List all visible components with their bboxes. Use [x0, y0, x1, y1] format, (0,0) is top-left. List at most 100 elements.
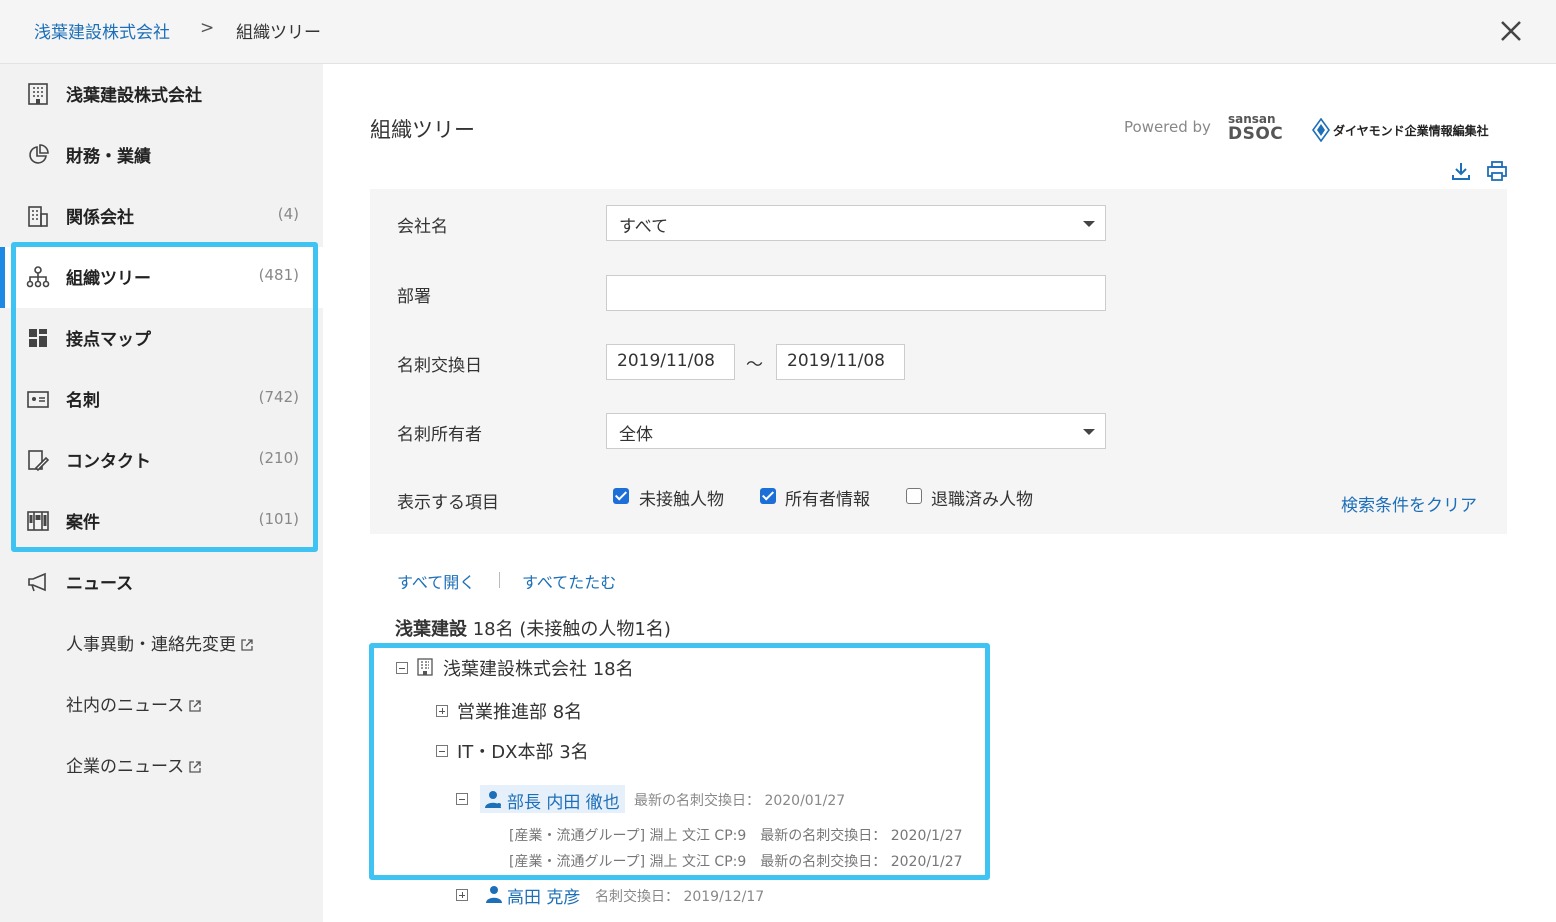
- grid-map-icon: [29, 329, 47, 347]
- sidebar-subitem-personnel-change[interactable]: 人事異動・連絡先変更: [66, 630, 254, 655]
- sidebar-item-related-companies[interactable]: 関係会社 (4): [0, 186, 323, 247]
- checkbox-retired-label[interactable]: 退職済み人物: [931, 485, 1033, 510]
- megaphone-icon: [28, 572, 46, 592]
- sidebar-item-label: コンタクト: [66, 452, 151, 472]
- expand-all-link[interactable]: すべて開く: [397, 569, 475, 593]
- kanban-icon: [27, 511, 49, 531]
- sidebar-item-finance[interactable]: 財務・業績: [0, 125, 323, 186]
- top-bar: 浅葉建設株式会社 > 組織ツリー: [0, 0, 1556, 64]
- sidebar-item-org-tree[interactable]: 組織ツリー (481): [0, 247, 323, 308]
- sidebar-item-count: (481): [258, 266, 299, 284]
- powered-by-text: Powered by: [1124, 118, 1211, 136]
- sidebar-item-label: 組織ツリー: [66, 269, 151, 289]
- tree-expand-toggle[interactable]: [456, 889, 468, 901]
- person-name: 部長 内田 徹也: [507, 793, 620, 813]
- sidebar-item-business-cards[interactable]: 名刺 (742): [0, 369, 323, 430]
- sidebar-item-contacts[interactable]: コンタクト (210): [0, 430, 323, 491]
- sidebar-item-label: 財務・業績: [66, 147, 151, 167]
- contact-edit-icon: [28, 450, 50, 472]
- collapse-all-link[interactable]: すべてたたむ: [522, 569, 616, 593]
- person-exchange-date: 名刺交換日： 2019/12/17: [595, 889, 765, 905]
- dept-input[interactable]: [606, 275, 1106, 311]
- checkbox-uncontacted[interactable]: [613, 488, 629, 504]
- sidebar-item-count: (4): [277, 205, 299, 223]
- sidebar-item-label: 案件: [66, 513, 100, 533]
- sidebar-item-company[interactable]: 浅葉建設株式会社: [0, 64, 323, 125]
- company-filter-label: 会社名: [397, 217, 448, 237]
- owner-select[interactable]: 全体: [606, 413, 1106, 449]
- sidebar-subitem-label: 人事異動・連絡先変更: [66, 635, 236, 655]
- sidebar-item-count: (742): [258, 388, 299, 406]
- pie-chart-icon: [29, 144, 49, 164]
- breadcrumb-current: 組織ツリー: [236, 23, 321, 43]
- date-range-separator: ～: [746, 355, 763, 375]
- checkbox-owner-info-label[interactable]: 所有者情報: [785, 485, 870, 510]
- tree-collapse-toggle[interactable]: [456, 793, 468, 805]
- sidebar-item-label: 関係会社: [66, 208, 134, 228]
- diamond-logo-text: ダイヤモンド企業情報編集社: [1333, 124, 1489, 138]
- sidebar-item-label: 名刺: [66, 391, 100, 411]
- dept-filter-label: 部署: [397, 287, 431, 307]
- company-select[interactable]: すべて: [606, 205, 1106, 241]
- tree-collapse-toggle[interactable]: [396, 662, 408, 674]
- buildings-icon: [28, 206, 48, 227]
- sidebar-item-contact-map[interactable]: 接点マップ: [0, 308, 323, 369]
- card-owner-line: [産業・流通グループ] 淵上 文江 CP:9 最新の名刺交換日： 2020/1/…: [509, 828, 963, 844]
- sidebar-item-news[interactable]: ニュース: [0, 552, 323, 613]
- building-icon: [417, 658, 433, 676]
- tree-root-company[interactable]: 浅葉建設株式会社 18名: [443, 655, 634, 681]
- owner-filter-label: 名刺所有者: [397, 425, 482, 445]
- person-chip-uchida[interactable]: 部長 内田 徹也: [480, 785, 625, 813]
- print-icon[interactable]: [1486, 160, 1508, 182]
- sidebar-item-label: 接点マップ: [66, 330, 151, 350]
- business-card-icon: [27, 391, 49, 408]
- org-summary: 浅葉建設 18名 (未接触の人物1名): [395, 615, 671, 641]
- sansan-dsoc-logo: sansan DSOC: [1228, 113, 1283, 143]
- org-summary-detail: 18名 (未接触の人物1名): [472, 619, 671, 640]
- breadcrumb-separator: >: [200, 18, 215, 38]
- diamond-logo-icon: [1312, 118, 1330, 142]
- clear-filters-link[interactable]: 検索条件をクリア: [1341, 491, 1477, 516]
- date-to-input[interactable]: 2019/11/08: [776, 344, 905, 380]
- page-title: 組織ツリー: [370, 118, 475, 142]
- dsoc-logo-text: DSOC: [1228, 124, 1284, 144]
- sidebar: 浅葉建設株式会社 財務・業績 関係会社 (4) 組織ツリー (481) 接点マッ…: [0, 64, 323, 922]
- date-from-input[interactable]: 2019/11/08: [606, 344, 735, 380]
- sidebar-subitem-label: 社内のニュース: [66, 696, 185, 716]
- tree-expand-toggle[interactable]: [436, 705, 448, 717]
- link-divider: [499, 572, 500, 588]
- date-filter-label: 名刺交換日: [397, 356, 482, 376]
- tree-dept-sales[interactable]: 営業推進部 8名: [457, 698, 582, 724]
- checkbox-retired[interactable]: [906, 488, 922, 504]
- close-icon[interactable]: [1496, 16, 1526, 46]
- sidebar-item-label: ニュース: [66, 574, 134, 594]
- checkbox-uncontacted-label[interactable]: 未接触人物: [639, 485, 724, 510]
- sidebar-item-label: 浅葉建設株式会社: [66, 86, 202, 106]
- sidebar-subitem-internal-news[interactable]: 社内のニュース: [66, 691, 202, 716]
- checkbox-owner-info[interactable]: [760, 488, 776, 504]
- sidebar-item-count: (101): [258, 510, 299, 528]
- dropdown-caret-icon: [1083, 429, 1095, 435]
- sidebar-subitem-company-news[interactable]: 企業のニュース: [66, 752, 202, 777]
- sidebar-item-deals[interactable]: 案件 (101): [0, 491, 323, 552]
- person-latest-exchange: 最新の名刺交換日： 2020/01/27: [634, 793, 846, 809]
- org-tree-icon: [26, 266, 50, 288]
- breadcrumb-company-link[interactable]: 浅葉建設株式会社: [34, 18, 170, 43]
- card-owner-line: [産業・流通グループ] 淵上 文江 CP:9 最新の名刺交換日： 2020/1/…: [509, 854, 963, 870]
- building-icon: [28, 83, 48, 105]
- download-icon[interactable]: [1450, 160, 1472, 182]
- person-icon: [486, 886, 502, 903]
- company-select-value: すべて: [619, 217, 669, 237]
- tree-collapse-toggle[interactable]: [436, 745, 448, 757]
- sidebar-subitem-label: 企業のニュース: [66, 757, 185, 777]
- person-icon: [485, 791, 501, 808]
- external-link-icon: [189, 761, 201, 773]
- owner-select-value: 全体: [619, 425, 653, 445]
- org-summary-name: 浅葉建設: [395, 619, 467, 640]
- tree-dept-it[interactable]: IT・DX本部 3名: [457, 738, 589, 764]
- external-link-icon: [241, 639, 253, 651]
- display-items-label: 表示する項目: [397, 493, 499, 513]
- person-name-takada[interactable]: 高田 克彦: [507, 883, 580, 908]
- dropdown-caret-icon: [1083, 221, 1095, 227]
- external-link-icon: [189, 700, 201, 712]
